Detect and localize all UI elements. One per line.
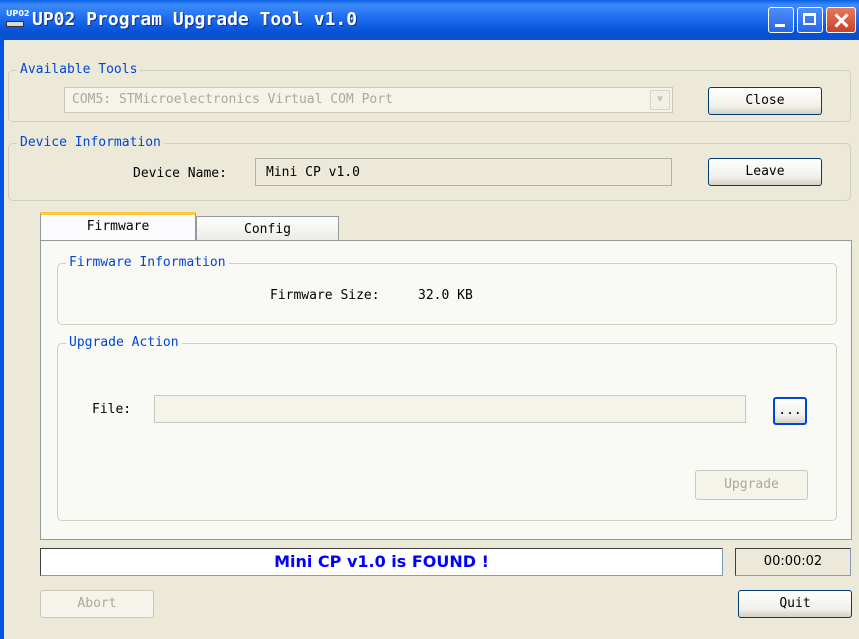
leave-button[interactable]: Leave [708,158,822,186]
status-message: Mini CP v1.0 is FOUND ! [40,548,723,576]
firmware-size-label: Firmware Size: [270,288,380,303]
close-window-button[interactable] [826,7,856,33]
device-name-label: Device Name: [133,166,227,181]
tool-select[interactable]: COM5: STMicroelectronics Virtual COM Por… [64,87,673,113]
tab-firmware[interactable]: Firmware [40,212,196,242]
device-name-field: Mini CP v1.0 [255,158,672,186]
upgrade-action-group: Upgrade Action File: ... Upgrade [57,335,837,521]
available-tools-label: Available Tools [17,62,141,78]
upgrade-action-label: Upgrade Action [66,335,182,351]
firmware-tab-panel: Firmware Information Firmware Size: 32.0… [40,240,852,540]
chevron-down-icon[interactable]: ▼ [650,90,670,110]
elapsed-timer: 00:00:02 [735,548,851,576]
file-path-input[interactable] [154,395,746,423]
minimize-button[interactable] [768,7,794,33]
window-title: UP02 Program Upgrade Tool v1.0 [32,9,358,30]
firmware-info-group: Firmware Information Firmware Size: 32.0… [57,255,837,325]
title-bar[interactable]: UP02 UP02 Program Upgrade Tool v1.0 [0,0,859,40]
close-button[interactable]: Close [708,87,822,115]
tool-select-value: COM5: STMicroelectronics Virtual COM Por… [72,92,393,107]
device-info-label: Device Information [17,135,164,151]
abort-button[interactable]: Abort [40,590,154,618]
device-name-value: Mini CP v1.0 [266,165,360,180]
main-window: UP02 UP02 Program Upgrade Tool v1.0 Avai… [0,0,859,639]
app-icon-label: UP02 [6,9,30,18]
maximize-button[interactable] [797,7,823,33]
firmware-size-value: 32.0 KB [418,288,473,303]
upgrade-button[interactable]: Upgrade [695,470,808,500]
app-icon: UP02 [6,10,30,28]
tab-config[interactable]: Config [196,216,339,241]
browse-button[interactable]: ... [773,397,807,425]
file-label: File: [92,402,132,417]
quit-button[interactable]: Quit [738,590,852,618]
firmware-info-label: Firmware Information [66,255,229,271]
